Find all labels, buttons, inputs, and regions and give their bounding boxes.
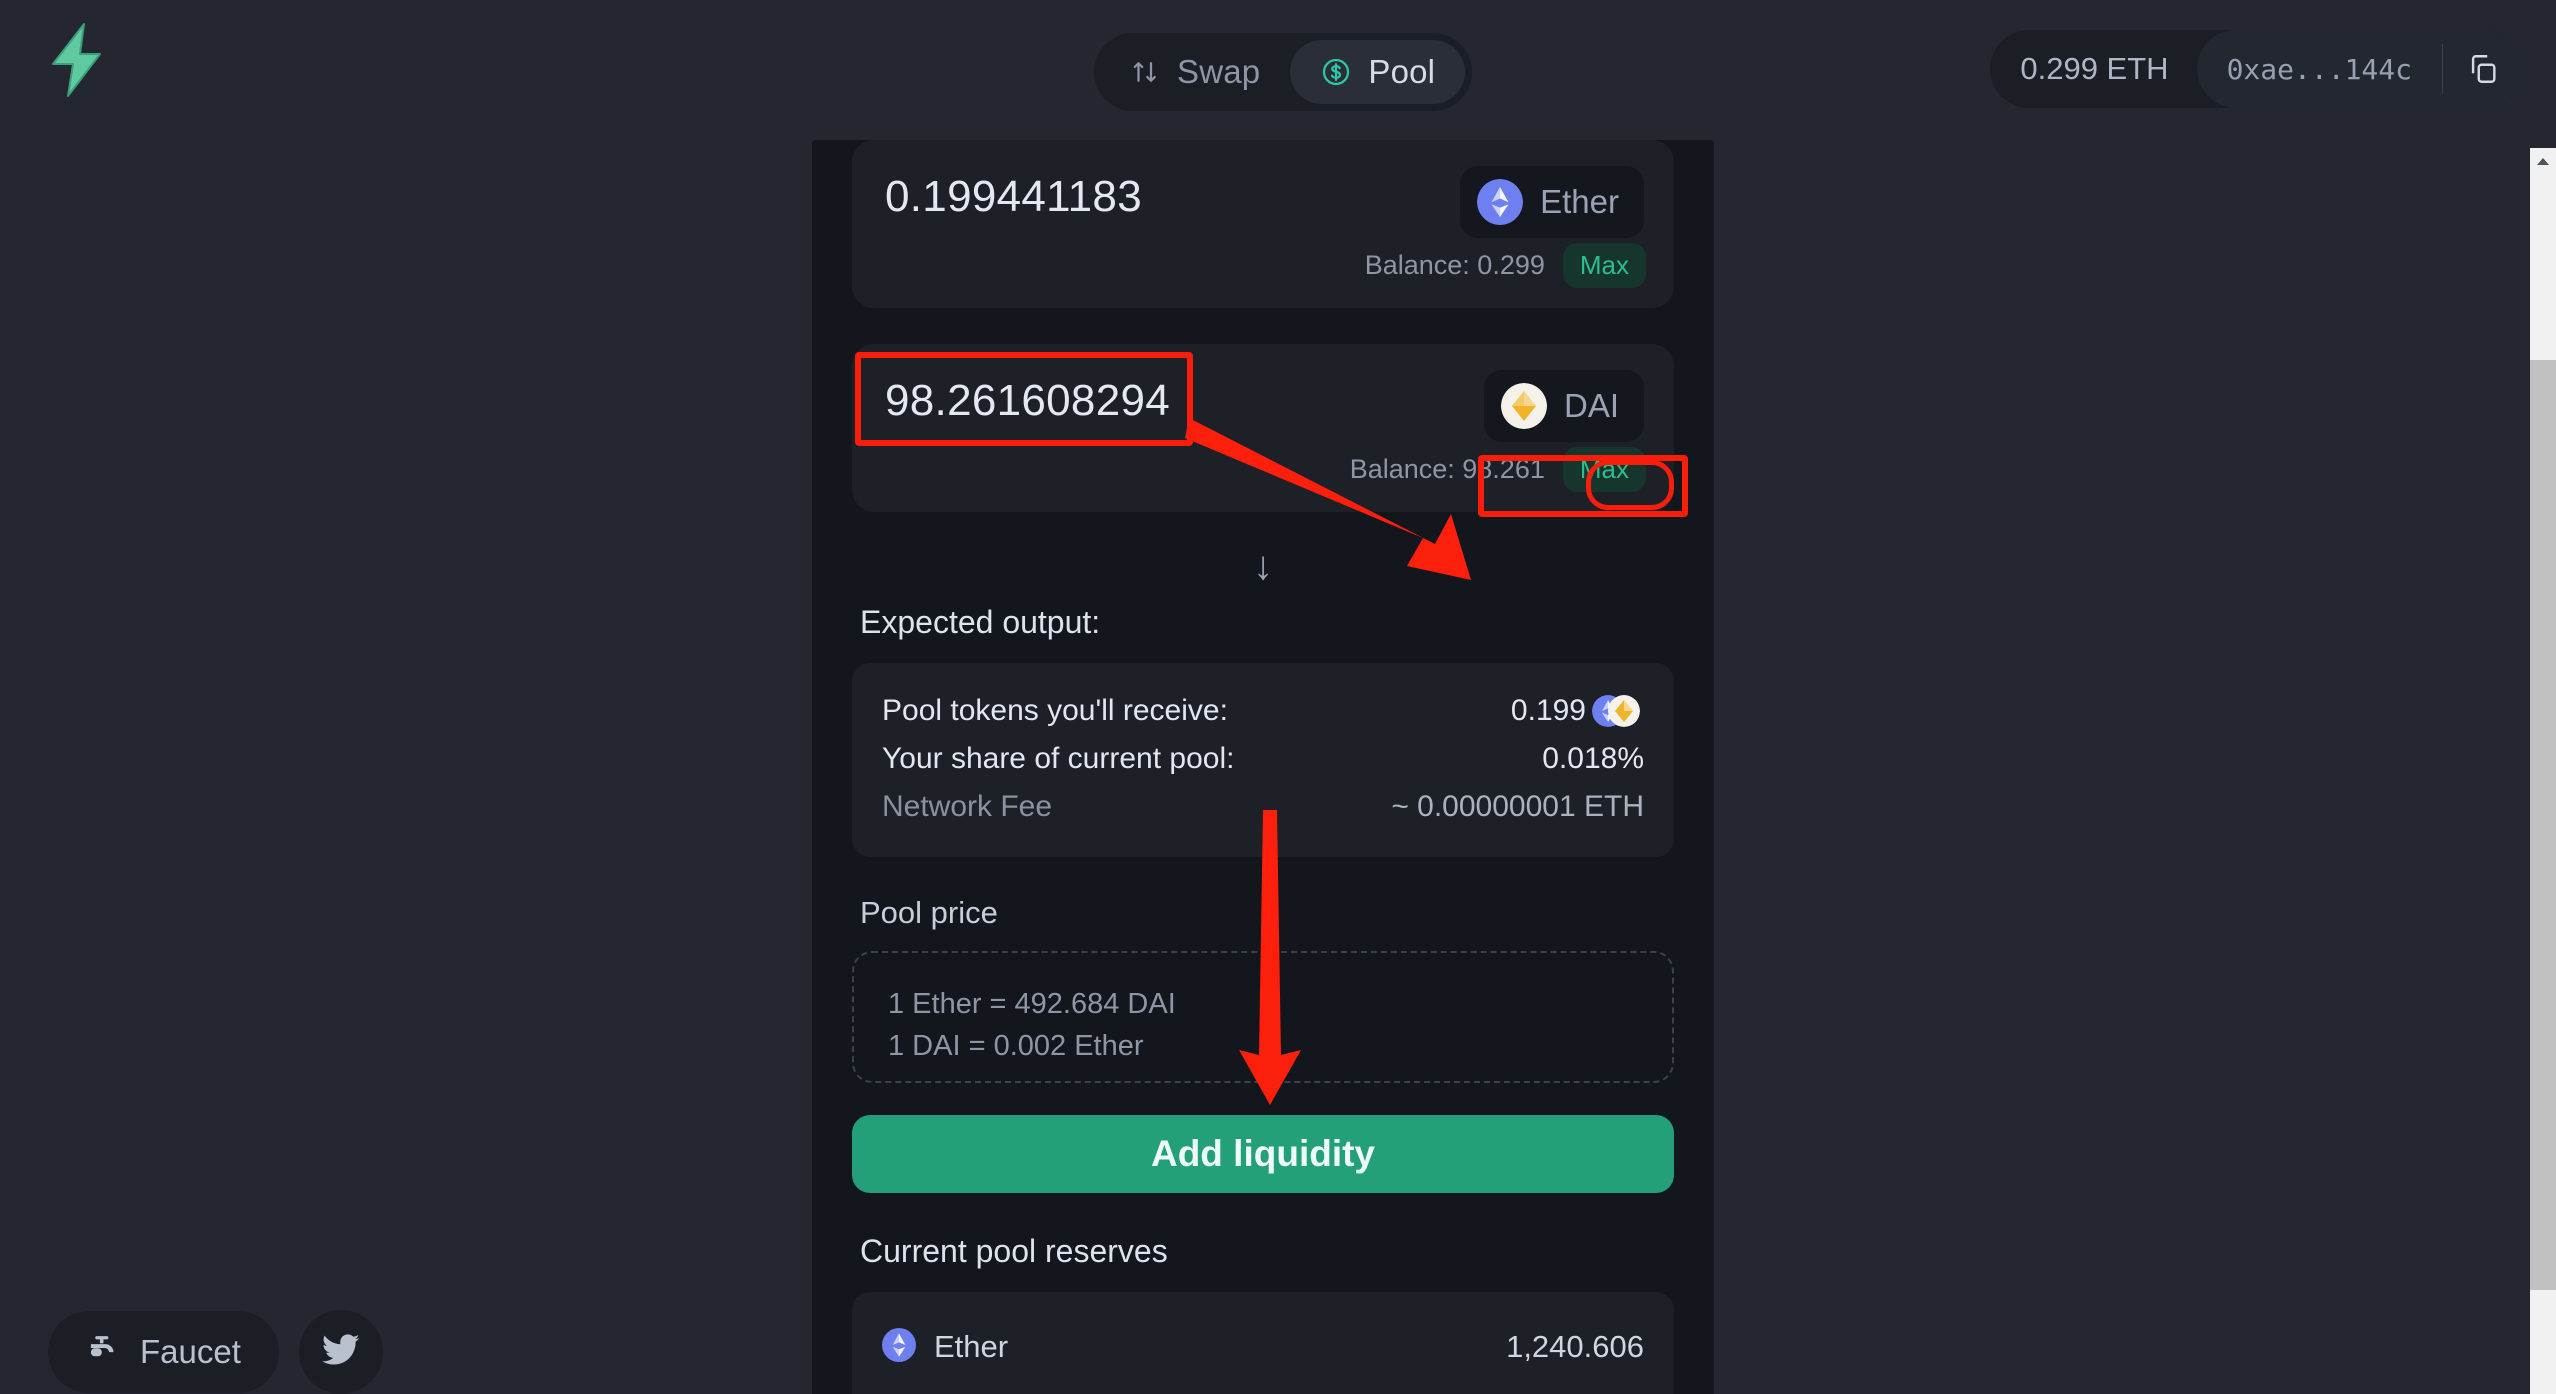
balance-label-dai: Balance: 98.261 [1349, 454, 1545, 484]
balance-row-ether: Balance: 0.299 Max [1365, 243, 1646, 288]
expected-output-box: Pool tokens you'll receive: 0.199 Your s… [852, 663, 1674, 857]
faucet-label: Faucet [140, 1333, 241, 1370]
mode-toggle: Swap Pool [1094, 33, 1473, 111]
copy-icon[interactable] [2443, 30, 2523, 108]
pool-price-line: 1 Ether = 492.684 DAI [888, 988, 1176, 1020]
add-liquidity-button[interactable]: Add liquidity [852, 1115, 1674, 1193]
ethereum-coin-icon [1477, 179, 1524, 225]
input-field-ether: Ether Balance: 0.299 Max [852, 140, 1674, 308]
output-value: 0.199 [1511, 694, 1644, 728]
lightning-bolt-icon[interactable] [40, 20, 115, 100]
amount-input-dai[interactable] [882, 370, 1362, 426]
token-name-ether: Ether [1540, 183, 1619, 220]
output-label: Your share of current pool: [882, 742, 1235, 775]
tab-pool[interactable]: Pool [1290, 40, 1466, 104]
output-row: Network Fee ~ 0.00000001 ETH [882, 783, 1644, 831]
reserve-row: Ether 1,240.606 [882, 1314, 1644, 1380]
token-selector-ether[interactable]: Ether [1460, 166, 1644, 238]
pool-price-box: 1 Ether = 492.684 DAI 1 DAI = 0.002 Ethe… [852, 951, 1674, 1083]
scroll-up-arrow-icon[interactable] [2530, 148, 2556, 174]
reserve-token-name: Ether [934, 1329, 1009, 1364]
token-pair-icon [1592, 694, 1644, 728]
top-bar: Swap Pool 0.299 ETH 0xae...144c [0, 0, 2556, 150]
wallet-address: 0xae...144c [2226, 52, 2412, 86]
wallet-balance: 0.299 ETH [2020, 51, 2169, 86]
dollar-circle-icon [1320, 56, 1352, 88]
arrow-down-icon: ↓ [1253, 544, 1273, 588]
scrollbar-thumb[interactable] [2530, 360, 2556, 1290]
page-scrollbar[interactable] [2530, 148, 2556, 1394]
output-label: Pool tokens you'll receive: [882, 694, 1228, 727]
pool-reserves-heading: Current pool reserves [860, 1233, 1168, 1269]
swap-arrows-icon [1131, 57, 1161, 87]
footer-actions: Faucet [48, 1310, 383, 1394]
balance-label-ether: Balance: 0.299 [1364, 250, 1545, 280]
output-value-text: 0.199 [1510, 694, 1586, 727]
network-fee-label: Network Fee [882, 790, 1053, 823]
max-button-ether[interactable]: Max [1562, 243, 1646, 288]
token-selector-dai[interactable]: DAI [1483, 370, 1644, 442]
ethereum-coin-icon [882, 1327, 916, 1367]
faucet-tap-icon [86, 1334, 122, 1371]
network-fee-value: ~ 0.00000001 ETH [1391, 790, 1644, 823]
dai-coin-icon [1500, 383, 1547, 429]
output-row: Your share of current pool: 0.018% [882, 735, 1644, 783]
output-value-text: 0.018% [1542, 742, 1644, 775]
faucet-button[interactable]: Faucet [48, 1311, 279, 1393]
tab-swap[interactable]: Swap [1101, 40, 1290, 104]
pool-price-line: 1 DAI = 0.002 Ether [888, 1030, 1144, 1063]
amount-input-ether[interactable] [882, 166, 1362, 222]
pool-reserves-box: Ether 1,240.606 DAI 611,227.727 [852, 1292, 1674, 1394]
expected-output-heading: Expected output: [860, 604, 1101, 640]
balance-row-dai: Balance: 98.261 Max [1350, 447, 1646, 492]
twitter-button[interactable] [298, 1310, 383, 1394]
tab-pool-label: Pool [1368, 53, 1436, 90]
max-button-dai[interactable]: Max [1562, 447, 1646, 492]
liquidity-card: Ether Balance: 0.299 Max [812, 140, 1714, 1394]
app-root: Swap Pool 0.299 ETH 0xae...144c 0.199441… [0, 0, 2556, 1394]
reserve-row: DAI 611,227.727 [882, 1380, 1644, 1394]
wallet-address-box[interactable]: 0xae...144c [2196, 30, 2523, 108]
reserve-token-value: 1,240.606 [1506, 1329, 1644, 1364]
twitter-bird-icon [321, 1333, 360, 1371]
input-field-dai: DAI Balance: 98.261 Max [852, 344, 1674, 512]
pool-price-heading: Pool price [860, 895, 998, 930]
wallet-chip: 0.299 ETH 0xae...144c [1990, 30, 2523, 108]
token-name-dai: DAI [1563, 387, 1619, 424]
tab-swap-label: Swap [1177, 53, 1261, 90]
output-row: Pool tokens you'll receive: 0.199 [882, 687, 1644, 735]
